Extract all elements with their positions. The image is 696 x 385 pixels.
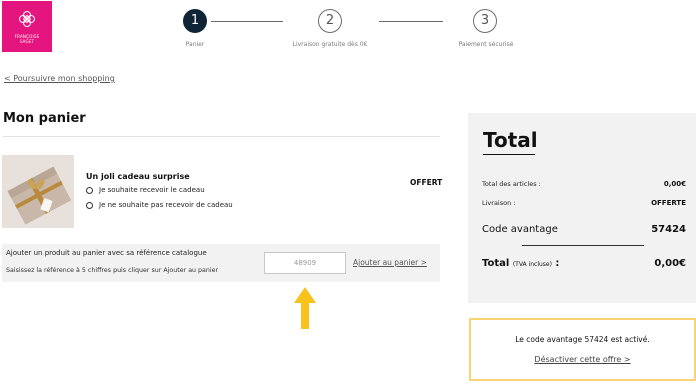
step-3-circle: 3 (473, 9, 497, 33)
deactivate-offer-link[interactable]: Désactiver cette offre > (471, 355, 694, 364)
gift-product-image (2, 155, 74, 228)
promo-message: Le code avantage 57424 est activé. (515, 335, 650, 344)
cart-title: Mon panier (3, 111, 86, 126)
gift-option-accept[interactable]: Je souhaite recevoir le cadeau (86, 186, 205, 194)
radio-button[interactable] (86, 201, 93, 209)
tax-note: (TVA incluse) (512, 261, 552, 268)
items-total-value: 0,00€ (663, 180, 686, 188)
option-label: Je ne souhaite pas recevoir de cadeau (99, 201, 233, 209)
grand-total-value: 0,00€ (654, 258, 686, 269)
add-to-cart-link[interactable]: Ajouter au panier > (353, 258, 427, 267)
reference-input[interactable]: 48909 (264, 252, 346, 274)
divider (3, 136, 440, 137)
step-connector (379, 21, 443, 22)
step-2-circle: 2 (318, 9, 342, 33)
brand-logo[interactable]: FRANÇOISE SAGET (2, 1, 52, 52)
brand-name: FRANÇOISE SAGET (14, 34, 40, 44)
product-name: Un joli cadeau surprise (86, 172, 190, 181)
step-1-label: Panier (185, 41, 205, 48)
promo-code-value: 57424 (651, 224, 686, 235)
title-underline (483, 154, 535, 155)
reference-instructions: Saisissez la référence à 5 chiffres puis… (6, 267, 219, 274)
step-connector (211, 21, 283, 22)
promo-code-label: Code avantage (482, 224, 558, 235)
arrow-up-icon (294, 287, 316, 329)
step-3-label: Paiement sécurisé (458, 41, 514, 48)
continue-shopping-link[interactable]: < Poursuivre mon shopping (4, 74, 115, 83)
summary-title: Total (483, 128, 538, 152)
shipping-value: OFFERTE (651, 199, 686, 207)
flower-logo-icon (19, 11, 35, 27)
step-2-label: Livraison gratuite dès 0€ (292, 41, 368, 48)
product-price: OFFERT (410, 178, 443, 187)
items-total-label: Total des articles : (482, 180, 541, 188)
shipping-label: Livraison : (482, 199, 516, 207)
promo-notice (469, 318, 696, 381)
divider (522, 245, 644, 246)
reference-title: Ajouter un produit au panier avec sa réf… (6, 249, 207, 257)
grand-total-label: Total (TVA incluse) : (482, 258, 560, 269)
option-label: Je souhaite recevoir le cadeau (99, 186, 205, 194)
radio-button[interactable] (86, 186, 93, 194)
step-1-circle: 1 (183, 9, 207, 33)
gift-option-decline[interactable]: Je ne souhaite pas recevoir de cadeau (86, 201, 233, 209)
